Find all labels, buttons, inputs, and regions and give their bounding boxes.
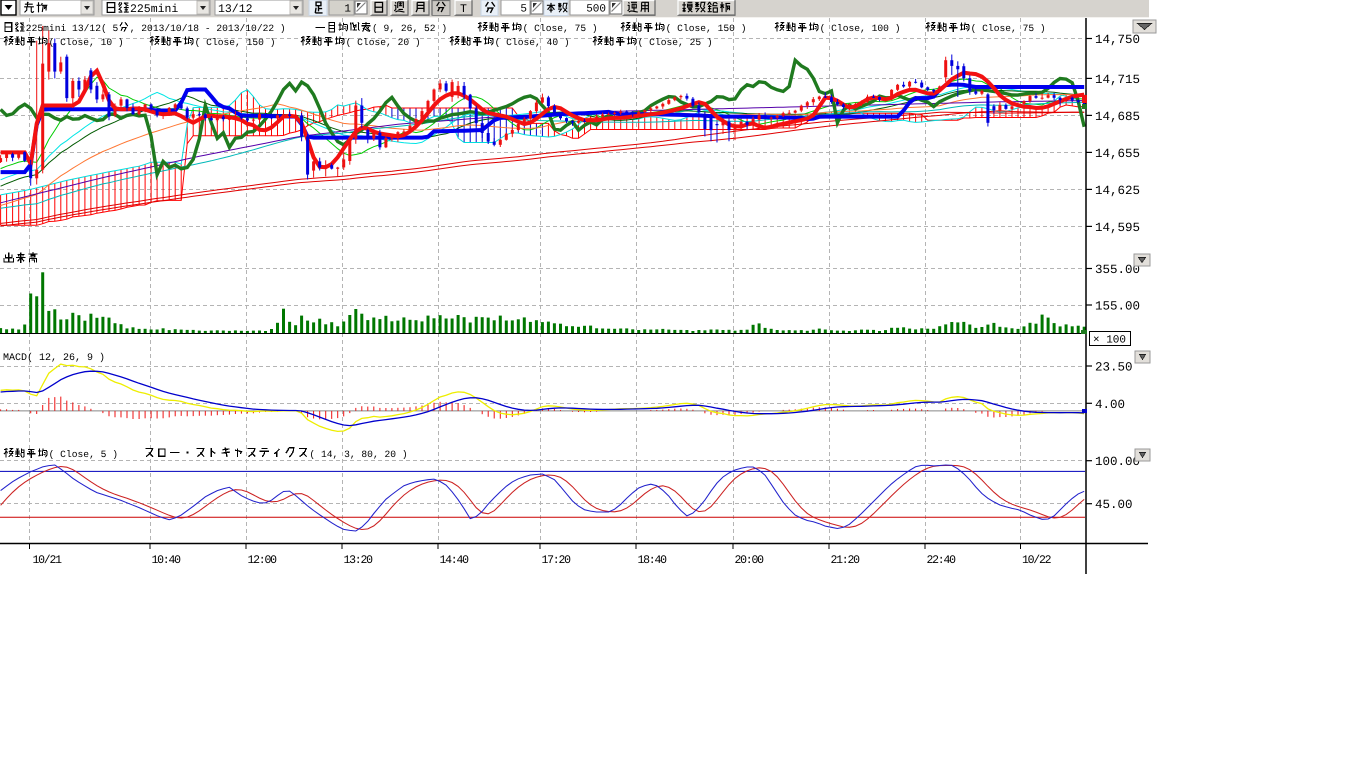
svg-text:14,625: 14,625 — [1095, 184, 1140, 198]
svg-text:( Close, 150 ): ( Close, 150 ) — [195, 37, 276, 48]
svg-text:21:20: 21:20 — [831, 554, 861, 567]
svg-text:( Close, 150 ): ( Close, 150 ) — [666, 23, 747, 34]
svg-text:225mini: 225mini — [130, 3, 178, 16]
svg-text:18:40: 18:40 — [638, 554, 668, 567]
svg-text:( Close, 25 ): ( Close, 25 ) — [638, 37, 713, 48]
svg-text:T: T — [460, 3, 467, 16]
svg-text:20:00: 20:00 — [735, 554, 765, 567]
svg-text:14:40: 14:40 — [440, 554, 470, 567]
svg-text:( Close, 75 ): ( Close, 75 ) — [971, 23, 1046, 34]
svg-text:14,595: 14,595 — [1095, 221, 1140, 235]
svg-text:10/21: 10/21 — [33, 554, 63, 567]
svg-text:45.00: 45.00 — [1095, 498, 1133, 512]
svg-text:10:40: 10:40 — [152, 554, 182, 567]
svg-text:10/22: 10/22 — [1022, 554, 1052, 567]
svg-text:( Close, 10 ): ( Close, 10 ) — [49, 37, 124, 48]
svg-text:, 2013/10/18 - 2013/10/22 ): , 2013/10/18 - 2013/10/22 ) — [130, 23, 286, 34]
svg-text:13:20: 13:20 — [344, 554, 374, 567]
svg-text:14,685: 14,685 — [1095, 110, 1140, 124]
svg-text:500: 500 — [586, 4, 606, 16]
svg-text:( Close, 100 ): ( Close, 100 ) — [820, 23, 901, 34]
svg-text:14,655: 14,655 — [1095, 147, 1140, 161]
svg-text:( 14, 3, 80, 20 ): ( 14, 3, 80, 20 ) — [309, 449, 407, 460]
svg-text:1: 1 — [344, 4, 351, 16]
svg-text:4.00: 4.00 — [1095, 398, 1125, 412]
svg-text:100.00: 100.00 — [1095, 455, 1140, 469]
svg-text:13/12: 13/12 — [218, 3, 253, 16]
svg-text:225mini 13/12( 5: 225mini 13/12( 5 — [26, 23, 119, 34]
svg-text:355.00: 355.00 — [1095, 263, 1140, 277]
svg-text:12:00: 12:00 — [248, 554, 278, 567]
svg-text:( Close, 75 ): ( Close, 75 ) — [523, 23, 598, 34]
svg-text:( Close, 40 ): ( Close, 40 ) — [495, 37, 570, 48]
svg-text:( Close, 20 ): ( Close, 20 ) — [346, 37, 421, 48]
svg-text:5: 5 — [520, 4, 527, 16]
svg-text:( 9, 26, 52 ): ( 9, 26, 52 ) — [372, 23, 447, 34]
svg-text:155.00: 155.00 — [1095, 300, 1140, 314]
svg-text:22:40: 22:40 — [927, 554, 957, 567]
svg-text:23.50: 23.50 — [1095, 361, 1133, 375]
svg-text:14,750: 14,750 — [1095, 33, 1140, 47]
svg-text:MACD( 12, 26, 9 ): MACD( 12, 26, 9 ) — [3, 352, 105, 364]
svg-text:× 100: × 100 — [1093, 335, 1126, 347]
svg-text:( Close, 5 ): ( Close, 5 ) — [49, 449, 118, 460]
svg-text:14,715: 14,715 — [1095, 73, 1140, 87]
svg-text:17:20: 17:20 — [542, 554, 572, 567]
